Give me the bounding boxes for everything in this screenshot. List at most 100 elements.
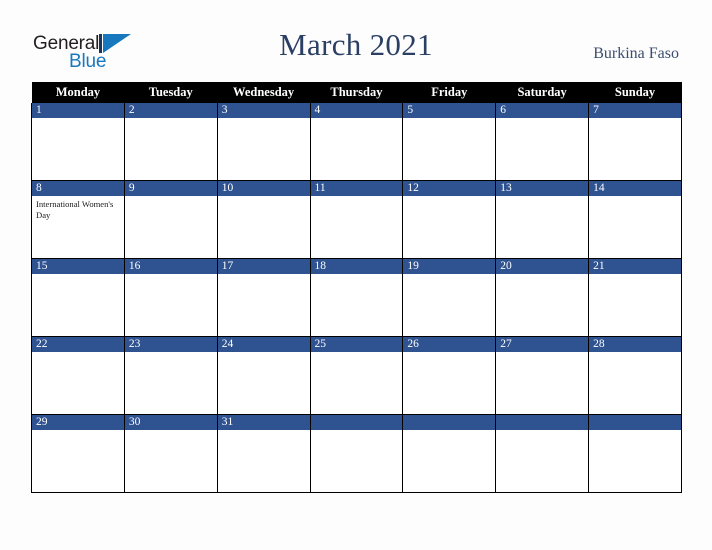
calendar-day-cell[interactable]: 27 (495, 336, 590, 415)
calendar-day-cell[interactable]: 8 International Women's Day (31, 180, 125, 259)
day-cell-content: 6 (496, 103, 589, 180)
day-cell-content: 9 (124, 181, 217, 258)
day-cell-content: 21 (589, 259, 681, 336)
day-events (311, 274, 403, 277)
day-number: 2 (124, 103, 217, 118)
day-number: 10 (217, 181, 310, 196)
day-cell-content: 19 (403, 259, 496, 336)
calendar-day-cell[interactable]: 28 (588, 336, 682, 415)
day-events (218, 196, 310, 199)
calendar-day-cell[interactable]: 3 (216, 103, 311, 181)
calendar-day-cell[interactable]: 10 (216, 180, 311, 259)
day-events (589, 352, 681, 355)
day-cell-content: 12 (403, 181, 496, 258)
calendar-day-cell[interactable]: 16 (123, 258, 218, 337)
calendar-week-row: 8 International Women's Day 9 10 11 12 13 14 (31, 180, 682, 259)
day-events (218, 118, 310, 121)
weekday-header-tuesday: Tuesday (124, 82, 218, 103)
day-number: 29 (32, 415, 124, 430)
day-cell-content (496, 415, 589, 492)
day-events (496, 274, 588, 277)
calendar-day-cell[interactable]: 30 (123, 414, 218, 493)
country-label: Burkina Faso (593, 45, 679, 62)
day-number (496, 415, 589, 430)
calendar-day-cell[interactable]: 31 (216, 414, 311, 493)
day-events (403, 118, 495, 121)
calendar-day-cell[interactable]: 5 (402, 103, 497, 181)
day-events (311, 352, 403, 355)
calendar-day-cell[interactable] (588, 414, 682, 493)
calendar-day-cell[interactable]: 6 (495, 103, 590, 181)
calendar-day-cell[interactable]: 25 (309, 336, 404, 415)
day-events (589, 274, 681, 277)
calendar-day-cell[interactable]: 17 (216, 258, 311, 337)
day-cell-content (310, 415, 403, 492)
calendar-day-cell[interactable]: 29 (31, 414, 125, 493)
day-cell-content: 27 (496, 337, 589, 414)
weekday-header-monday: Monday (31, 82, 125, 103)
calendar-day-cell[interactable]: 1 (31, 103, 125, 181)
day-events (589, 430, 681, 433)
day-events (496, 196, 588, 199)
calendar-day-cell[interactable] (309, 414, 404, 493)
calendar-day-cell[interactable]: 12 (402, 180, 497, 259)
calendar-day-cell[interactable]: 26 (402, 336, 497, 415)
day-cell-content: 11 (310, 181, 403, 258)
day-cell-content: 13 (496, 181, 589, 258)
weekday-header-row: Monday Tuesday Wednesday Thursday Friday… (31, 82, 682, 103)
day-cell-content: 4 (310, 103, 403, 180)
day-cell-content: 7 (589, 103, 681, 180)
weekday-header-friday: Friday (402, 82, 496, 103)
day-events (125, 196, 217, 199)
calendar-day-cell[interactable]: 22 (31, 336, 125, 415)
calendar-day-cell[interactable]: 21 (588, 258, 682, 337)
calendar-day-cell[interactable]: 13 (495, 180, 590, 259)
day-events: International Women's Day (32, 196, 124, 220)
day-cell-content: 5 (403, 103, 496, 180)
day-number: 30 (124, 415, 217, 430)
day-cell-content: 14 (589, 181, 681, 258)
day-number: 21 (589, 259, 681, 274)
calendar-week-row: 1234567 (31, 103, 682, 181)
day-events (496, 118, 588, 121)
weekday-header-saturday: Saturday (495, 82, 589, 103)
calendar-day-cell[interactable] (495, 414, 590, 493)
day-cell-content: 25 (310, 337, 403, 414)
day-number: 7 (589, 103, 681, 118)
calendar-day-cell[interactable]: 2 (123, 103, 218, 181)
calendar-day-cell[interactable]: 24 (216, 336, 311, 415)
day-number: 1 (32, 103, 124, 118)
day-cell-content: 23 (124, 337, 217, 414)
day-cell-content: 16 (124, 259, 217, 336)
calendar-day-cell[interactable]: 20 (495, 258, 590, 337)
day-events (311, 430, 403, 433)
calendar-day-cell[interactable]: 7 (588, 103, 682, 181)
day-cell-content: 1 (32, 103, 124, 180)
calendar-day-cell[interactable]: 19 (402, 258, 497, 337)
calendar-day-cell[interactable]: 15 (31, 258, 125, 337)
calendar-day-cell[interactable]: 11 (309, 180, 404, 259)
calendar-day-cell[interactable]: 9 (123, 180, 218, 259)
day-cell-content: 30 (124, 415, 217, 492)
day-number: 15 (32, 259, 124, 274)
day-number: 16 (124, 259, 217, 274)
calendar-day-cell[interactable] (402, 414, 497, 493)
event-label: International Women's Day (36, 199, 114, 220)
day-cell-content: 18 (310, 259, 403, 336)
calendar-day-cell[interactable]: 23 (123, 336, 218, 415)
calendar-grid-wrapper: Monday Tuesday Wednesday Thursday Friday… (31, 82, 682, 493)
day-number: 4 (310, 103, 403, 118)
day-number: 22 (32, 337, 124, 352)
day-events (125, 274, 217, 277)
day-number: 3 (217, 103, 310, 118)
calendar-day-cell[interactable]: 4 (309, 103, 404, 181)
day-cell-content: 10 (217, 181, 310, 258)
day-events (311, 196, 403, 199)
calendar-day-cell[interactable]: 18 (309, 258, 404, 337)
calendar-week-row: 29 30 31 (31, 414, 682, 493)
day-number: 11 (310, 181, 403, 196)
day-number: 14 (589, 181, 681, 196)
day-number: 6 (496, 103, 589, 118)
calendar-day-cell[interactable]: 14 (588, 180, 682, 259)
day-number (310, 415, 403, 430)
